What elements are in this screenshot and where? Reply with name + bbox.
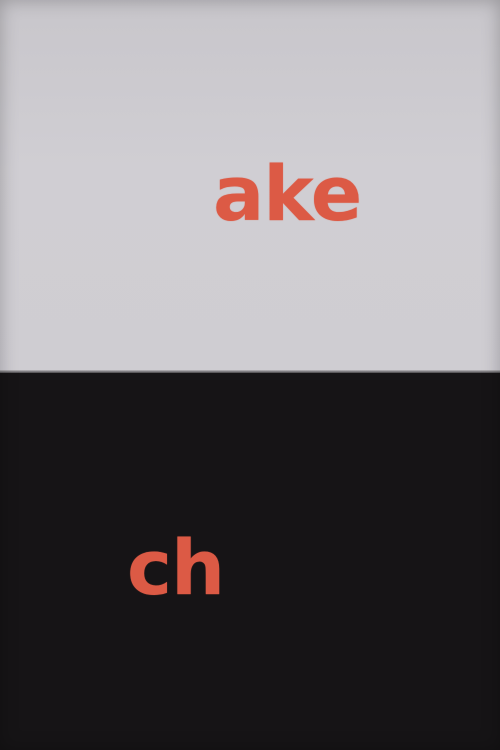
top-word: ake <box>213 149 362 238</box>
bottom-word: ch <box>127 523 225 612</box>
video-frame: ake ch <box>0 0 500 750</box>
top-panel: ake <box>0 0 500 373</box>
bottom-panel <box>0 373 500 750</box>
